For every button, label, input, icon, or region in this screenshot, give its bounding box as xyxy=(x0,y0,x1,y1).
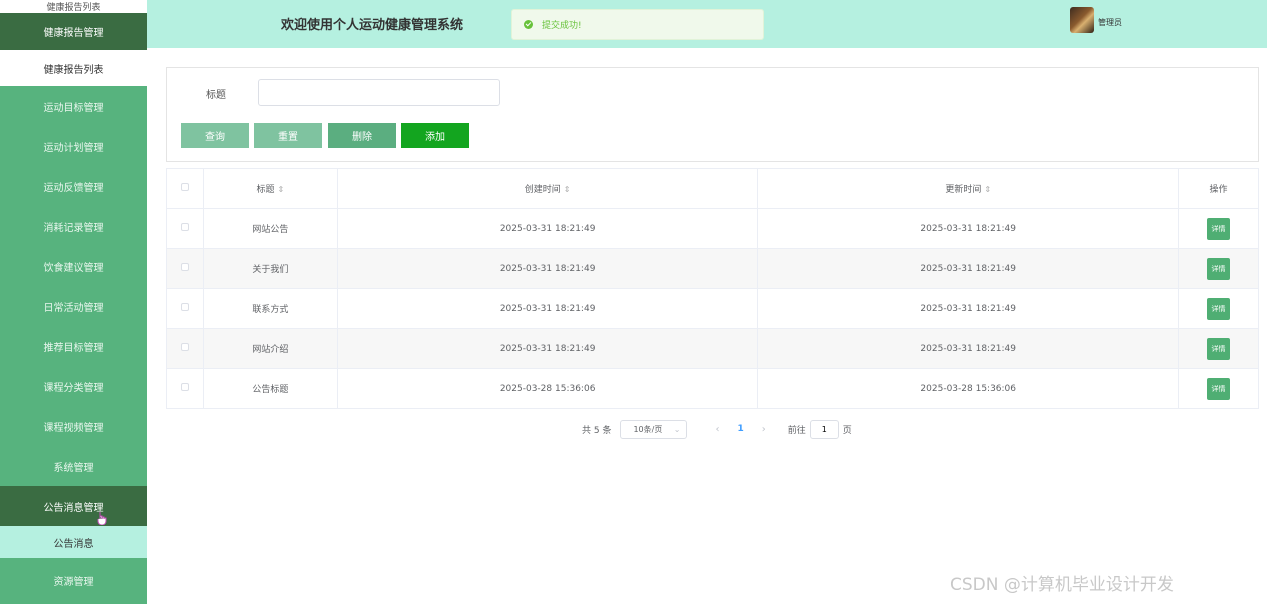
row-select-cell[interactable] xyxy=(166,368,204,409)
cell-updated: 2025-03-31 18:21:49 xyxy=(757,328,1180,369)
cell-updated: 2025-03-31 18:21:49 xyxy=(757,208,1180,249)
row-select-cell[interactable] xyxy=(166,288,204,329)
title-search-input[interactable] xyxy=(258,79,500,106)
sidebar-item[interactable]: 推荐目标管理 xyxy=(0,326,147,366)
notice-table: 标题 ⇕ 创建时间 ⇕ 更新时间 ⇕ 操作 网站公告 2025-03-31 18:21:… xyxy=(166,168,1259,409)
cell-op: 详情 xyxy=(1178,328,1259,369)
cell-created: 2025-03-31 18:21:49 xyxy=(337,328,759,369)
row-checkbox[interactable] xyxy=(180,223,189,231)
search-panel: 标题 查询 重置 删除 添加 xyxy=(166,67,1259,162)
cell-created: 2025-03-31 18:21:49 xyxy=(337,248,759,289)
cell-op: 详情 xyxy=(1178,368,1259,409)
page-size-value: 10条/页 xyxy=(633,424,663,434)
row-select-cell[interactable] xyxy=(166,248,204,289)
goto-prefix: 前往 xyxy=(787,425,806,436)
select-all-checkbox[interactable] xyxy=(180,183,189,191)
cell-op: 详情 xyxy=(1178,288,1259,329)
sidebar-item[interactable]: 日常活动管理 xyxy=(0,286,147,326)
cell-title: 公告标题 xyxy=(203,368,338,409)
detail-button[interactable]: 详情 xyxy=(1207,377,1230,400)
add-button[interactable]: 添加 xyxy=(401,123,469,148)
cell-title: 网站公告 xyxy=(203,208,338,249)
cell-title: 关于我们 xyxy=(203,248,338,289)
sidebar-item[interactable]: 饮食建议管理 xyxy=(0,246,147,286)
sidebar-item[interactable]: 健康报告列表 xyxy=(0,0,147,13)
detail-button[interactable]: 详情 xyxy=(1207,297,1230,320)
row-checkbox[interactable] xyxy=(180,383,189,391)
success-toast: 提交成功! xyxy=(511,9,764,40)
goto-suffix: 页 xyxy=(842,425,852,436)
column-header-title[interactable]: 标题 ⇕ xyxy=(203,168,338,209)
row-checkbox[interactable] xyxy=(180,343,189,351)
sort-icon[interactable]: ⇕ xyxy=(984,185,991,194)
sidebar-item[interactable]: 公告消息管理 xyxy=(0,486,147,526)
row-checkbox[interactable] xyxy=(180,263,189,271)
total-count: 共 5 条 xyxy=(582,425,612,436)
column-header-op: 操作 xyxy=(1178,168,1259,209)
column-header-updated-label: 更新时间 xyxy=(945,185,982,195)
username[interactable]: 管理员 xyxy=(1098,17,1122,28)
detail-button[interactable]: 详情 xyxy=(1207,217,1230,240)
select-all-cell[interactable] xyxy=(166,168,204,209)
avatar[interactable] xyxy=(1070,7,1094,33)
cell-op: 详情 xyxy=(1178,208,1259,249)
sidebar-item[interactable]: 运动计划管理 xyxy=(0,126,147,166)
check-circle-icon xyxy=(524,20,533,29)
cell-title: 网站介绍 xyxy=(203,328,338,369)
top-header: 欢迎使用个人运动健康管理系统 提交成功! 管理员 xyxy=(147,0,1267,48)
sidebar-item[interactable]: 运动反馈管理 xyxy=(0,166,147,206)
delete-button[interactable]: 删除 xyxy=(328,123,396,148)
sidebar-item[interactable]: 资源管理 xyxy=(0,558,147,602)
hand-cursor-icon xyxy=(97,512,107,525)
goto-page-input[interactable] xyxy=(809,419,839,439)
pagination: 共 5 条 10条/页 ⌄ ‹ 1 › 前往 页 xyxy=(582,419,852,439)
next-page-icon[interactable]: › xyxy=(762,424,766,435)
cell-created: 2025-03-31 18:21:49 xyxy=(337,288,759,329)
column-header-created-label: 创建时间 xyxy=(524,185,561,195)
column-header-title-label: 标题 xyxy=(256,185,275,195)
cell-created: 2025-03-31 18:21:49 xyxy=(337,208,759,249)
table-row: 网站介绍 2025-03-31 18:21:49 2025-03-31 18:21:… xyxy=(166,328,1259,369)
sidebar-item[interactable]: 消耗记录管理 xyxy=(0,206,147,246)
sort-icon[interactable]: ⇕ xyxy=(278,185,285,194)
sidebar-item[interactable]: 健康报告管理 xyxy=(0,13,147,50)
row-select-cell[interactable] xyxy=(166,328,204,369)
reset-button[interactable]: 重置 xyxy=(254,123,322,148)
row-checkbox[interactable] xyxy=(180,303,189,311)
sidebar-item[interactable]: 课程分类管理 xyxy=(0,366,147,406)
cell-updated: 2025-03-28 15:36:06 xyxy=(757,368,1180,409)
sort-icon[interactable]: ⇕ xyxy=(564,185,571,194)
page-title: 欢迎使用个人运动健康管理系统 xyxy=(281,18,464,33)
watermark: CSDN @计算机毕业设计开发 xyxy=(950,575,1174,595)
detail-button[interactable]: 详情 xyxy=(1207,337,1230,360)
table-row: 网站公告 2025-03-31 18:21:49 2025-03-31 18:21:… xyxy=(166,208,1259,249)
table-row: 联系方式 2025-03-31 18:21:49 2025-03-31 18:21:… xyxy=(166,288,1259,329)
page-size-select[interactable]: 10条/页 ⌄ xyxy=(620,419,688,439)
chevron-down-icon: ⌄ xyxy=(673,424,681,434)
title-label: 标题 xyxy=(206,90,226,101)
sidebar-item[interactable]: 运动目标管理 xyxy=(0,86,147,126)
toast-message: 提交成功! xyxy=(542,21,582,31)
table-row: 关于我们 2025-03-31 18:21:49 2025-03-31 18:21:… xyxy=(166,248,1259,289)
cell-op: 详情 xyxy=(1178,248,1259,289)
table-row: 公告标题 2025-03-28 15:36:06 2025-03-28 15:36:… xyxy=(166,368,1259,409)
cell-created: 2025-03-28 15:36:06 xyxy=(337,368,759,409)
query-button[interactable]: 查询 xyxy=(181,123,249,148)
table-header-row: 标题 ⇕ 创建时间 ⇕ 更新时间 ⇕ 操作 xyxy=(166,168,1259,209)
row-select-cell[interactable] xyxy=(166,208,204,249)
page-number-current[interactable]: 1 xyxy=(737,424,743,434)
sidebar-item[interactable]: 课程视频管理 xyxy=(0,406,147,446)
sidebar-item[interactable]: 系统管理 xyxy=(0,446,147,486)
cell-updated: 2025-03-31 18:21:49 xyxy=(757,248,1180,289)
column-header-updated[interactable]: 更新时间 ⇕ xyxy=(757,168,1180,209)
sidebar-item[interactable]: 公告消息 xyxy=(0,526,147,558)
sidebar-item[interactable]: 健康报告列表 xyxy=(0,50,147,86)
column-header-created[interactable]: 创建时间 ⇕ xyxy=(337,168,759,209)
sidebar: 健康报告列表 健康报告管理 健康报告列表 运动目标管理 运动计划管理 运动反馈管理 消耗记录… xyxy=(0,0,147,604)
prev-page-icon[interactable]: ‹ xyxy=(715,424,719,435)
cell-updated: 2025-03-31 18:21:49 xyxy=(757,288,1180,329)
cell-title: 联系方式 xyxy=(203,288,338,329)
detail-button[interactable]: 详情 xyxy=(1207,257,1230,280)
